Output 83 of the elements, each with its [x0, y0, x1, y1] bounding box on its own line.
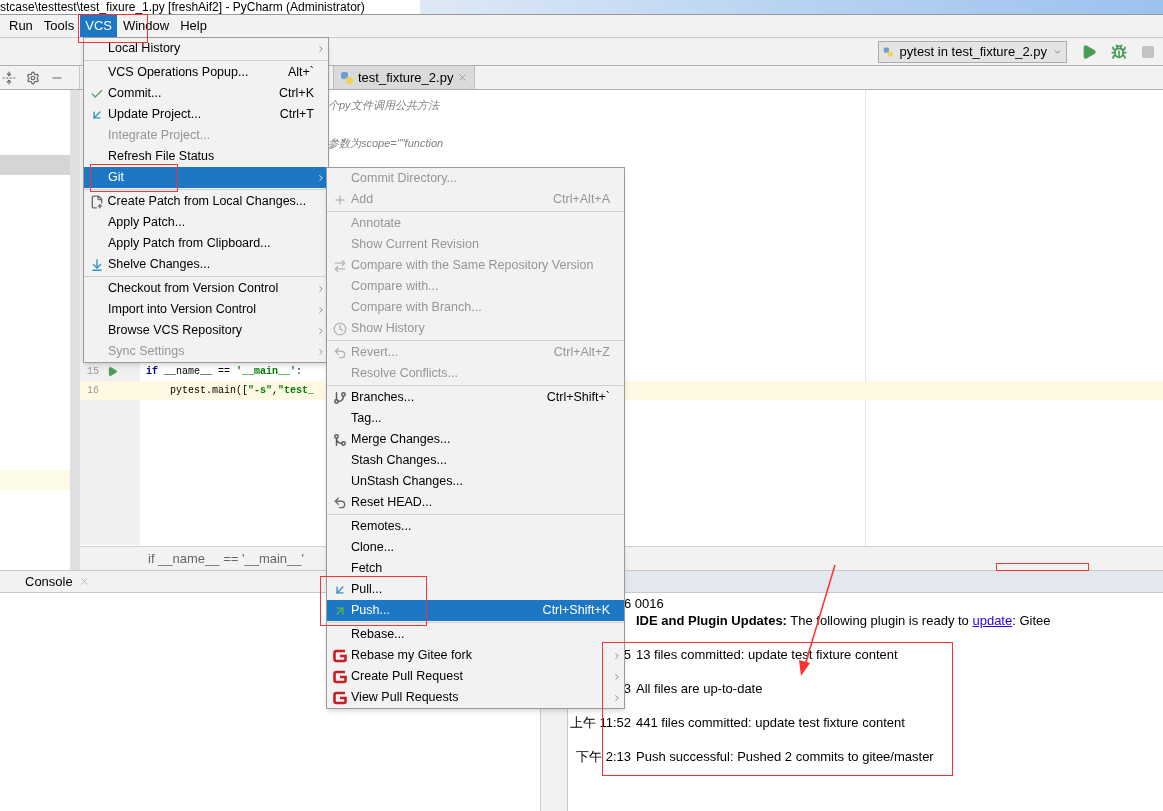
chevron-icon [316, 346, 326, 357]
logo-icon [332, 668, 348, 685]
line-number: 16 [87, 384, 100, 398]
chevron-icon [612, 650, 622, 661]
menu-item[interactable]: View Pull Requests [327, 687, 624, 708]
collapse-icon[interactable] [2, 70, 16, 85]
menu-item[interactable]: Branches... Ctrl+Shift+` [327, 387, 624, 408]
menu-item[interactable]: Stash Changes... [327, 450, 624, 471]
undo-icon [333, 345, 347, 360]
selected-row [0, 155, 70, 175]
menu-item[interactable]: Apply Patch from Clipboard... [84, 233, 328, 254]
clock-icon [333, 321, 347, 336]
event-message: 441 files committed: update test fixture content [636, 713, 905, 732]
event-date: 6 0016 [624, 594, 664, 613]
chevron-icon [316, 304, 326, 315]
code-line: if __name__ == '__main__': [145, 365, 303, 379]
menu-item[interactable]: VCS Operations Popup... Alt+` [84, 62, 328, 83]
chevron-icon [316, 283, 326, 294]
event-time: 3 [623, 679, 631, 698]
menu-bar-item[interactable]: Run [4, 15, 38, 37]
menu-item[interactable]: Update Project... Ctrl+T [84, 104, 328, 125]
chevron-icon [316, 43, 326, 54]
menu-bar-item[interactable]: VCS [80, 15, 117, 37]
logo-icon [332, 647, 348, 664]
close-icon[interactable] [457, 72, 469, 83]
menu-item[interactable]: Clone... [327, 537, 624, 558]
menu-item[interactable]: Import into Version Control [84, 299, 328, 320]
undo-icon [333, 495, 347, 510]
menu-item[interactable]: UnStash Changes... [327, 471, 624, 492]
code-line: pytest.main(["-s","test_ [169, 384, 315, 398]
menu-item[interactable]: Reset HEAD... [327, 492, 624, 513]
download-icon [90, 257, 104, 272]
menu-item[interactable]: Create Patch from Local Changes... [84, 191, 328, 212]
close-icon[interactable] [78, 576, 90, 587]
menu-item[interactable]: Rebase my Gitee fork [327, 645, 624, 666]
breadcrumb[interactable]: if __name__ == '__main__' [148, 548, 305, 569]
menu-bar-item[interactable]: Help [175, 15, 212, 37]
file-icon [883, 44, 894, 59]
run-config-dropdown[interactable]: pytest in test_fixture_2.py [878, 40, 1067, 63]
branch-icon [333, 390, 347, 405]
chevron-icon [316, 172, 326, 183]
plus-icon [333, 192, 347, 207]
code-comment: 个py文件调用公共方法 [328, 98, 439, 114]
compare-icon [333, 258, 347, 273]
file-plus-icon [89, 194, 104, 209]
file-icon [340, 70, 354, 85]
event-message: Push successful: Pushed 2 commits to gitee/master [636, 747, 934, 766]
line-number: 15 [87, 365, 100, 379]
window-title: stcase\testtest\test_fixure_1.py [freshAif2] - PyCharm (Administrator) [0, 0, 366, 14]
code-comment: 参数为scope=""function [328, 136, 444, 152]
chevron-icon [612, 671, 622, 682]
bug-icon[interactable] [1111, 43, 1127, 60]
menu-item[interactable]: Refresh File Status [84, 146, 328, 167]
menu-item[interactable]: Local History [84, 38, 328, 59]
settings-icon[interactable] [26, 70, 40, 85]
menu-item[interactable]: Shelve Changes... [84, 254, 328, 275]
stop-icon[interactable] [1141, 44, 1155, 59]
menu-item[interactable]: Merge Changes... [327, 429, 624, 450]
menu-item[interactable]: Commit... Ctrl+K [84, 83, 328, 104]
event-message: All files are up-to-date [636, 679, 763, 698]
menu-item[interactable]: Push... Ctrl+Shift+K [327, 600, 624, 621]
menu-item[interactable]: Checkout from Version Control [84, 278, 328, 299]
menu-item[interactable]: Git [84, 167, 328, 188]
tool-tab[interactable]: Console [25, 571, 90, 592]
menu-item[interactable]: Pull... [327, 579, 624, 600]
menu-bar-item[interactable]: Tools [38, 15, 80, 37]
editor-tab[interactable]: test_fixture_2.py [333, 66, 476, 89]
event-time: 5 [623, 645, 631, 664]
run-icon[interactable] [107, 366, 118, 377]
highlighted-row [0, 470, 70, 490]
menu-item[interactable]: Tag... [327, 408, 624, 429]
run-icon[interactable] [1081, 43, 1097, 60]
menu-item[interactable]: Remotes... [327, 516, 624, 537]
menu-item[interactable]: Apply Patch... [84, 212, 328, 233]
merge-icon [333, 432, 347, 447]
chevron-icon [316, 325, 326, 336]
chevron-icon [612, 692, 622, 703]
logo-icon [332, 689, 348, 706]
event-time: 下午 2:13 [576, 747, 631, 766]
menu-item[interactable]: Browse VCS Repository [84, 320, 328, 341]
menu-item[interactable]: Create Pull Request [327, 666, 624, 687]
menu-item[interactable]: Rebase... [327, 624, 624, 645]
menu-item[interactable]: Fetch [327, 558, 624, 579]
